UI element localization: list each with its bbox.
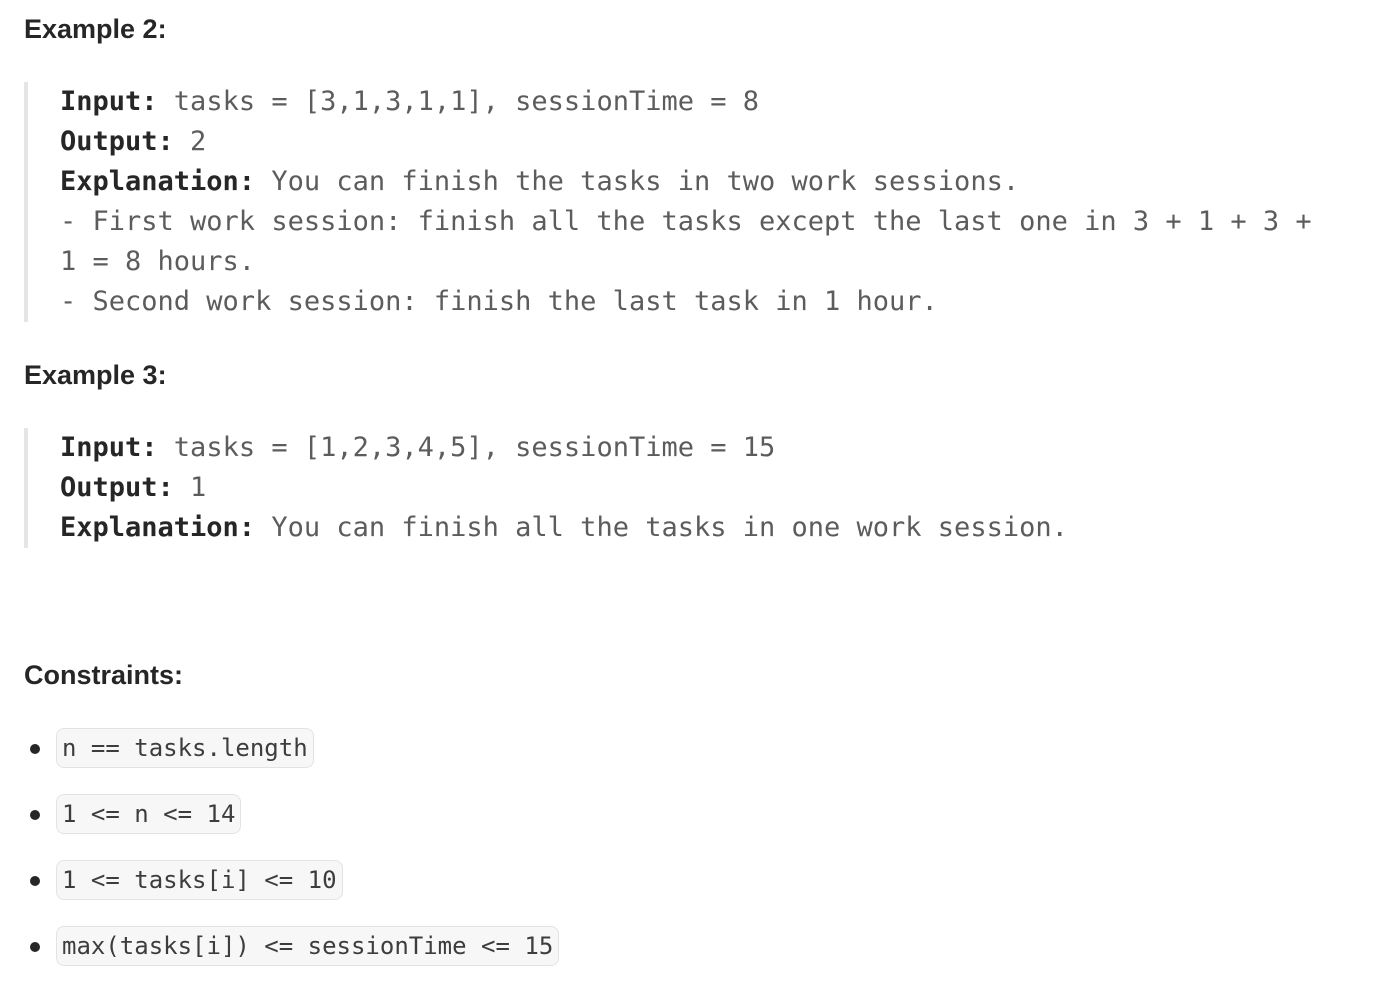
example-2-detail-line: - Second work session: finish the last t… xyxy=(60,282,1364,322)
input-value: tasks = [1,2,3,4,5], sessionTime = 15 xyxy=(157,432,776,463)
output-value: 1 xyxy=(173,472,207,503)
output-value: 2 xyxy=(173,126,207,157)
output-label: Output: xyxy=(60,126,174,157)
example-2-detail-line: - First work session: finish all the tas… xyxy=(60,202,1364,242)
constraint-code: max(tasks[i]) <= sessionTime <= 15 xyxy=(56,926,560,966)
example-2-block: Input: tasks = [3,1,3,1,1], sessionTime … xyxy=(24,82,1364,322)
example-3-output-line: Output: 1 xyxy=(60,468,1364,508)
input-label: Input: xyxy=(60,432,158,463)
constraint-code: 1 <= tasks[i] <= 10 xyxy=(56,860,343,900)
example-2-input-line: Input: tasks = [3,1,3,1,1], sessionTime … xyxy=(60,82,1364,122)
output-label: Output: xyxy=(60,472,174,503)
example-3-input-line: Input: tasks = [1,2,3,4,5], sessionTime … xyxy=(60,428,1364,468)
explanation-label: Explanation: xyxy=(60,512,256,543)
constraints-heading: Constraints: xyxy=(24,660,184,690)
constraint-code: 1 <= n <= 14 xyxy=(56,794,242,834)
bullet-icon xyxy=(30,876,40,886)
bullet-icon xyxy=(30,744,40,754)
explanation-label: Explanation: xyxy=(60,166,256,197)
detail-text: 1 = 8 hours. xyxy=(60,246,256,277)
bullet-icon xyxy=(30,810,40,820)
example-2-heading: Example 2: xyxy=(24,14,167,44)
example-3-heading: Example 3: xyxy=(24,360,167,390)
explanation-value: You can finish the tasks in two work ses… xyxy=(255,166,1020,197)
explanation-value: You can finish all the tasks in one work… xyxy=(255,512,1068,543)
example-2-detail-line: 1 = 8 hours. xyxy=(60,242,1364,282)
example-2-explanation-line: Explanation: You can finish the tasks in… xyxy=(60,162,1364,202)
detail-text: - First work session: finish all the tas… xyxy=(60,206,1312,237)
detail-text: - Second work session: finish the last t… xyxy=(60,286,938,317)
problem-description: Example 2: Input: tasks = [3,1,3,1,1], s… xyxy=(0,0,1386,996)
constraint-code: n == tasks.length xyxy=(56,728,314,768)
example-3-explanation-line: Explanation: You can finish all the task… xyxy=(60,508,1364,548)
bullet-icon xyxy=(30,942,40,952)
example-3-block: Input: tasks = [1,2,3,4,5], sessionTime … xyxy=(24,428,1364,548)
input-value: tasks = [3,1,3,1,1], sessionTime = 8 xyxy=(157,86,759,117)
input-label: Input: xyxy=(60,86,158,117)
example-2-output-line: Output: 2 xyxy=(60,122,1364,162)
